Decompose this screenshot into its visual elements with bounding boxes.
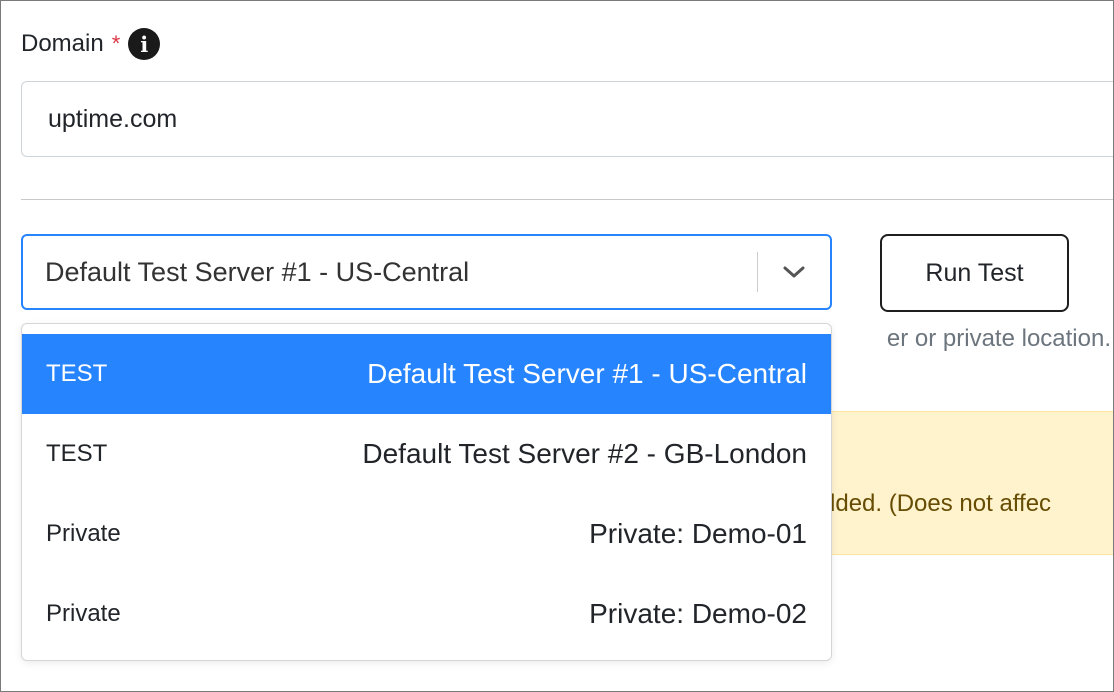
location-option[interactable]: Private Private: Demo-01 [22,494,831,574]
divider [21,199,1113,200]
location-option[interactable]: TEST Default Test Server #2 - GB-London [22,414,831,494]
option-tag: Private [46,520,121,547]
option-tag: TEST [46,360,108,387]
option-name: Default Test Server #2 - GB-London [362,438,807,469]
location-option[interactable]: Private Private: Demo-02 [22,574,831,654]
option-name: Private: Demo-01 [589,518,807,549]
info-circle-icon[interactable]: i [128,28,161,60]
domain-input[interactable]: uptime.com [21,81,1113,157]
location-dropdown-menu: TEST Default Test Server #1 - US-Central… [21,323,832,661]
required-marker: * [111,31,121,56]
form-panel: Domain * i uptime.com Default Test Serve… [0,0,1114,692]
option-name: Private: Demo-02 [589,598,807,629]
run-test-button[interactable]: Run Test [880,234,1069,312]
alert-text: dded. (Does not affec [822,490,1052,517]
location-option[interactable]: TEST Default Test Server #1 - US-Central [22,334,831,414]
domain-label: Domain [21,30,104,57]
option-tag: TEST [46,440,108,467]
option-name: Default Test Server #1 - US-Central [367,358,807,389]
domain-label-row: Domain * i [21,27,161,61]
chevron-down-icon[interactable] [758,236,830,308]
location-select-value: Default Test Server #1 - US-Central [45,256,470,287]
option-tag: Private [46,600,121,627]
location-select[interactable]: Default Test Server #1 - US-Central [21,234,832,310]
domain-input-value: uptime.com [48,104,178,133]
